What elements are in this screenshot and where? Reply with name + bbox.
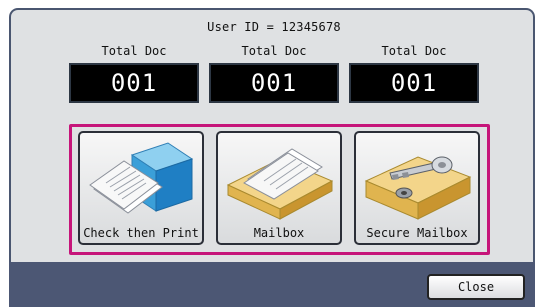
mailbox-label: Mailbox	[253, 226, 305, 240]
document-box-icon	[89, 142, 194, 214]
counter-1-label: Total Doc	[101, 44, 167, 58]
counter-1: Total Doc 001	[69, 43, 199, 103]
document-tray-icon	[226, 148, 334, 220]
secure-mailbox-button[interactable]: Secure Mailbox	[354, 131, 480, 245]
close-button[interactable]: Close	[427, 274, 525, 300]
main-panel: User ID = 12345678 Total Doc 001 Total D…	[9, 8, 535, 262]
locked-tray-icon	[364, 156, 472, 220]
counter-3-label: Total Doc	[381, 44, 447, 58]
check-then-print-button[interactable]: Check then Print	[78, 131, 204, 245]
counter-2-label: Total Doc	[241, 44, 307, 58]
secure-mailbox-label: Secure Mailbox	[366, 226, 468, 240]
counter-3: Total Doc 001	[349, 43, 479, 103]
footer-bar: Close	[9, 262, 535, 307]
counter-1-value: 001	[69, 63, 199, 103]
device-screen: User ID = 12345678 Total Doc 001 Total D…	[0, 0, 544, 307]
check-then-print-label: Check then Print	[83, 226, 199, 240]
counter-2-value: 001	[209, 63, 339, 103]
counter-3-value: 001	[349, 63, 479, 103]
counter-2: Total Doc 001	[209, 43, 339, 103]
mailbox-button[interactable]: Mailbox	[216, 131, 342, 245]
user-id-label: User ID = 12345678	[207, 20, 341, 34]
